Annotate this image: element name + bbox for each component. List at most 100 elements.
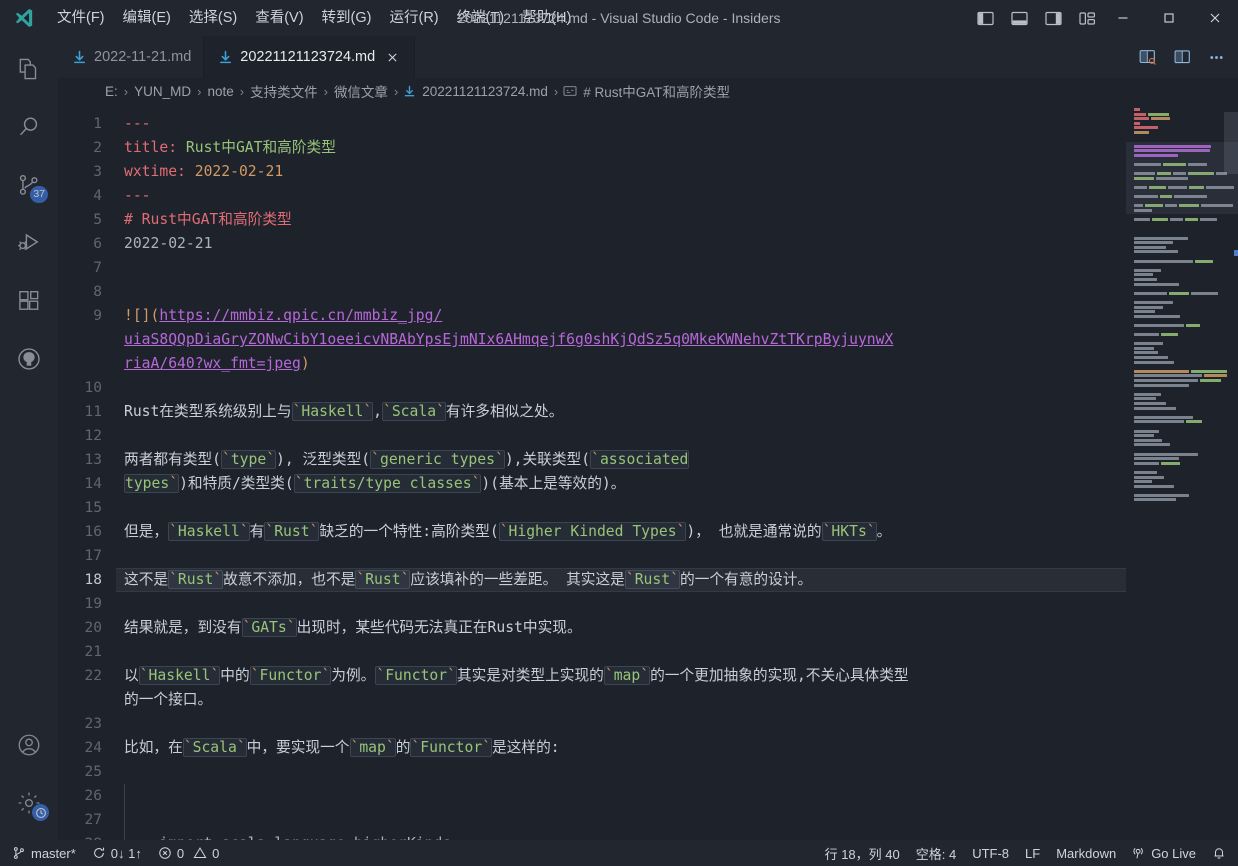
minimap-line [1134, 300, 1234, 304]
toggle-panel-icon[interactable] [1008, 8, 1030, 28]
minimap-line [1134, 250, 1234, 254]
minimap-line [1134, 329, 1234, 332]
breadcrumb-part-2[interactable]: note [206, 84, 234, 99]
customize-layout-icon[interactable] [1076, 8, 1098, 28]
minimap-segment [1134, 493, 1189, 497]
tab-close-icon[interactable] [382, 47, 402, 67]
editor-area[interactable]: 1 2 3 4 5 6 7 8 9 10 11 12 13 14 15 16 1… [58, 104, 1238, 840]
close-button[interactable] [1192, 0, 1238, 36]
line-number: 28 [58, 832, 102, 840]
minimap-slider[interactable] [1126, 142, 1238, 214]
breadcrumb-part-0[interactable]: E: [104, 84, 119, 99]
menu-edit[interactable]: 编辑(E) [114, 5, 180, 31]
toggle-secondary-sidebar-icon[interactable] [1042, 8, 1064, 28]
menu-terminal[interactable]: 终端(T) [448, 5, 514, 31]
minimap-line [1134, 374, 1234, 378]
minimap-line [1134, 130, 1234, 134]
breadcrumb-part-3[interactable]: 支持类文件 [249, 81, 319, 101]
minimap-segment [1151, 117, 1170, 121]
indent-guide [124, 832, 125, 840]
settings-button[interactable] [0, 774, 58, 832]
breadcrumb-separator: › [323, 83, 328, 99]
minimap-line [1134, 452, 1234, 456]
minimap-segment [1186, 323, 1200, 327]
minimap-line [1134, 480, 1234, 484]
breadcrumb-part-5[interactable]: 20221121123724.md [403, 84, 549, 99]
code-value: 2022-02-21 [185, 163, 284, 180]
code-url-part[interactable]: riaA/640?wx_fmt=jpeg [124, 355, 301, 372]
minimap-segment [1134, 310, 1155, 314]
minimap-line [1134, 236, 1234, 240]
code-line-6: 2022-02-21 [116, 232, 1126, 256]
more-actions-button[interactable] [1202, 44, 1230, 70]
minimap-segment [1134, 420, 1184, 424]
code-line-22: 以`Haskell`中的`Functor`为例。`Functor`其实是对类型上… [124, 666, 909, 685]
minimap-segment [1134, 236, 1188, 240]
sidebar-item-github[interactable] [0, 330, 58, 388]
breadcrumb-part-6[interactable]: # Rust中GAT和高阶类型 [563, 81, 731, 101]
status-branch[interactable]: master* [4, 840, 84, 866]
menu-view[interactable]: 查看(V) [246, 5, 312, 31]
sidebar-item-search[interactable] [0, 98, 58, 156]
menu-go[interactable]: 转到(G) [313, 5, 381, 31]
minimap-segment [1134, 273, 1154, 277]
code-line-22-wrap: 的一个接口。 [124, 691, 213, 708]
status-language-mode[interactable]: Markdown [1048, 840, 1124, 866]
code-url-part[interactable]: https://mmbiz.qpic.cn/mmbiz_jpg/ [159, 307, 442, 324]
minimap-segment [1186, 420, 1203, 424]
minimap-line [1134, 214, 1234, 217]
code-line-4: --- [116, 184, 1126, 208]
minimap-line [1134, 346, 1234, 350]
split-editor-right-button[interactable] [1168, 44, 1196, 70]
sidebar-item-explorer[interactable] [0, 40, 58, 98]
tab-2022-11-21[interactable]: 2022-11-21.md [58, 36, 205, 78]
sidebar-item-extensions[interactable] [0, 272, 58, 330]
sidebar-item-source-control[interactable]: 37 [0, 156, 58, 214]
code-line-2: title: Rust中GAT和高阶类型 [116, 136, 1126, 160]
minimap-segment [1134, 241, 1174, 245]
status-problems[interactable]: 0 0 [150, 840, 227, 866]
breadcrumb-part-4[interactable]: 微信文章 [333, 81, 389, 101]
editor-vertical-scrollbar[interactable] [1224, 104, 1238, 840]
breadcrumb-separator: › [239, 83, 245, 99]
code-content[interactable]: --- title: Rust中GAT和高阶类型 wxtime: 2022-02… [116, 104, 1126, 840]
minimap-line [1134, 402, 1234, 405]
menu-file[interactable]: 文件(F) [48, 5, 114, 31]
menu-run[interactable]: 运行(R) [380, 5, 447, 31]
code-line-26 [116, 784, 1126, 808]
menu-help[interactable]: 帮助(H) [513, 5, 580, 31]
status-cursor-position[interactable]: 行 18，列 40 [817, 840, 908, 866]
minimap-line [1134, 223, 1234, 226]
status-indentation[interactable]: 空格: 4 [908, 840, 964, 866]
menu-selection[interactable]: 选择(S) [180, 5, 246, 31]
line-number: 7 [93, 260, 102, 276]
status-go-live[interactable]: Go Live [1124, 840, 1204, 866]
minimap[interactable] [1126, 104, 1238, 840]
code-url-part[interactable]: uiaS8QQpDiaGryZONwCibY1oeeicvNBAbYpsEjmN… [124, 331, 893, 348]
sidebar-item-run-debug[interactable] [0, 214, 58, 272]
status-encoding[interactable]: UTF-8 [964, 840, 1017, 866]
markdown-file-icon [72, 50, 87, 65]
editor-group: 2022-11-21.md 20221121123724.md E: › YUN… [58, 36, 1238, 840]
status-bar: master* 0↓ 1↑ 0 0 行 18，列 40 空格: 4 UTF-8 … [0, 840, 1238, 866]
minimap-line [1134, 443, 1234, 447]
breadcrumb-part-1[interactable]: YUN_MD [133, 84, 192, 99]
maximize-button[interactable] [1146, 0, 1192, 36]
status-bar-left: master* 0↓ 1↑ 0 0 [4, 840, 227, 866]
status-eol[interactable]: LF [1017, 840, 1048, 866]
minimap-line [1134, 470, 1234, 474]
account-button[interactable] [0, 716, 58, 774]
minimize-button[interactable] [1100, 0, 1146, 36]
scrollbar-thumb[interactable] [1224, 112, 1238, 174]
open-preview-to-side-button[interactable] [1134, 44, 1162, 70]
minimap-segment [1134, 218, 1151, 222]
code-text: --- [124, 187, 151, 204]
tab-label: 20221121123724.md [240, 49, 376, 65]
status-sync[interactable]: 0↓ 1↑ [84, 840, 150, 866]
status-notifications[interactable] [1204, 840, 1234, 866]
tab-20221121123724[interactable]: 20221121123724.md [204, 36, 416, 78]
toggle-primary-sidebar-icon[interactable] [974, 8, 996, 28]
minimap-segment [1134, 406, 1176, 410]
